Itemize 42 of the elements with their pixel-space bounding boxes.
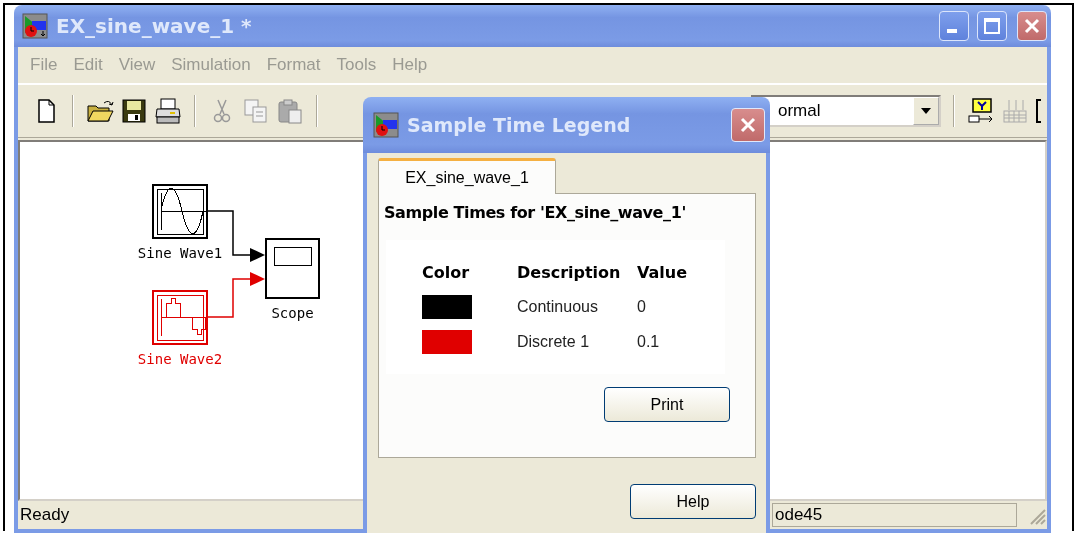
- block-label: Scope: [271, 305, 314, 321]
- solver-dropdown[interactable]: ormal: [751, 95, 941, 127]
- close-button[interactable]: [1017, 11, 1047, 41]
- app-icon: [22, 13, 48, 39]
- block-label: Sine Wave1: [137, 245, 223, 261]
- column-header: Color: [422, 262, 471, 282]
- status-text: Ready: [20, 505, 71, 525]
- help-button[interactable]: Help: [630, 484, 756, 519]
- print-button[interactable]: Print: [604, 387, 730, 422]
- tab[interactable]: EX_sine_wave_1: [378, 158, 556, 194]
- save-icon[interactable]: [120, 97, 148, 125]
- dialog-title: Sample Time Legend: [407, 114, 632, 136]
- print-icon[interactable]: [154, 97, 182, 125]
- window-title: EX_sine_wave_1 *: [56, 14, 253, 38]
- close-button[interactable]: [731, 108, 765, 142]
- paste-icon[interactable]: [276, 97, 304, 125]
- column-header: Description: [517, 262, 622, 282]
- column-header: Value: [637, 262, 689, 282]
- menu-item[interactable]: Help: [384, 55, 436, 75]
- menu-item[interactable]: Simulation: [163, 55, 259, 75]
- bracket-icon[interactable]: [1035, 97, 1043, 125]
- menu-item[interactable]: View: [110, 55, 164, 75]
- block-label: Sine Wave2: [137, 351, 223, 367]
- minimize-icon: [947, 29, 957, 33]
- maximize-icon: [983, 17, 1001, 35]
- maximize-button[interactable]: [977, 11, 1007, 41]
- menu-item[interactable]: Format: [258, 55, 329, 75]
- solver-status: ode45: [772, 503, 1017, 527]
- close-icon: [1023, 17, 1041, 35]
- table-cell-text: Continuous: [517, 298, 599, 316]
- app-icon: [373, 112, 399, 138]
- minimize-button[interactable]: [939, 11, 969, 41]
- menu-item[interactable]: Edit: [65, 55, 111, 75]
- close-icon: [739, 116, 757, 134]
- table-cell-text: Discrete 1: [517, 333, 591, 351]
- table-cell-text: 0: [637, 298, 647, 316]
- table-cell-text: 0.1: [637, 333, 661, 351]
- block-y-icon[interactable]: [967, 97, 995, 125]
- legend-heading: Sample Times for 'EX_sine_wave_1': [384, 203, 687, 222]
- caret-icon: [920, 107, 932, 115]
- menu-item[interactable]: Tools: [328, 55, 385, 75]
- menu-item[interactable]: File: [22, 55, 66, 75]
